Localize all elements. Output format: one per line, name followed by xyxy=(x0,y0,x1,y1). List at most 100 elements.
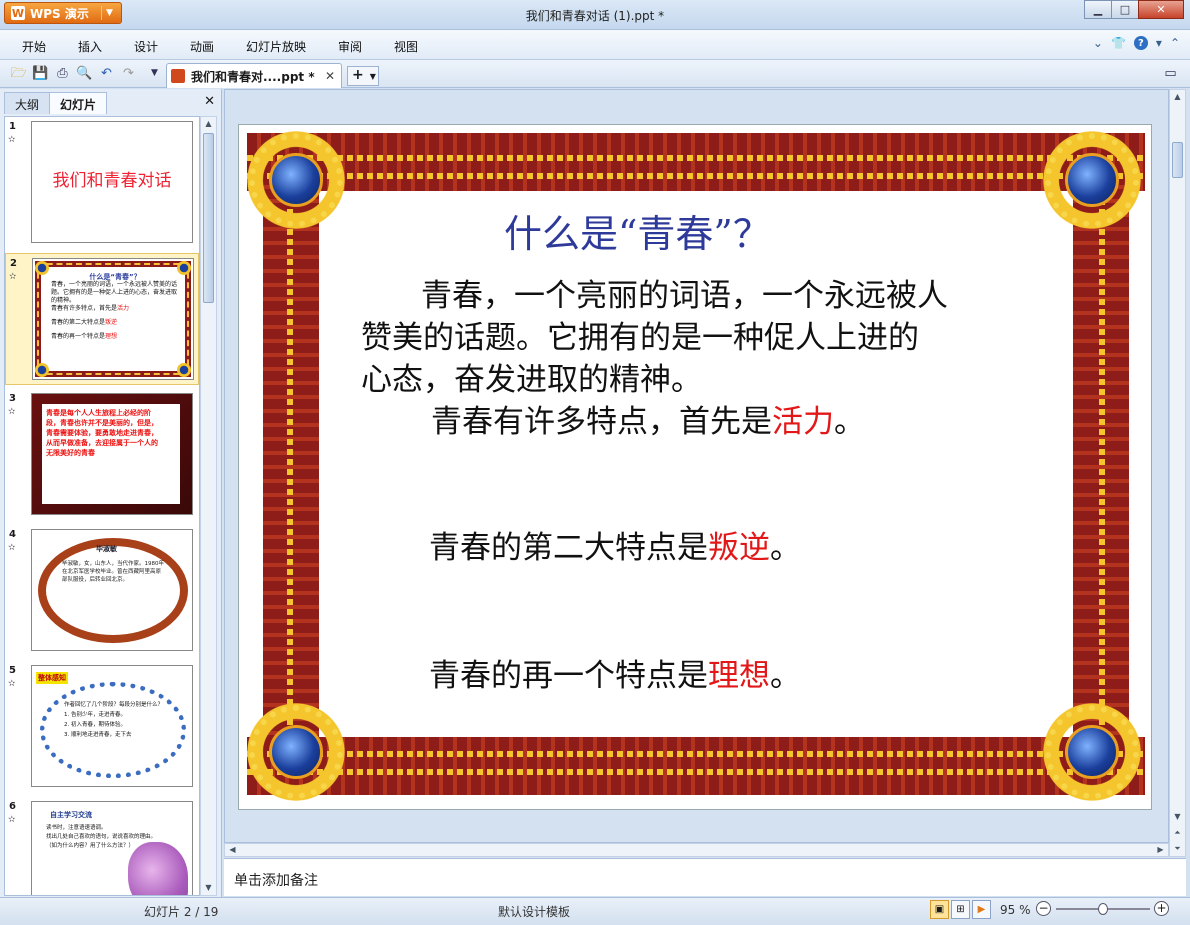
slide-title[interactable]: 什么是“青春”？ xyxy=(504,203,771,258)
animation-star-icon: ✫ xyxy=(8,135,16,145)
thumbnail-image: 青春是每个人人生旅程上必经的阶段，青春也许并不是美丽的，但是，青春需要体验，要勇… xyxy=(31,393,193,515)
quick-access-toolbar: 🗁 💾 ⎙ 🔍 ↶ ↷ ▼ 我们和青春对....ppt * ✕ + ▼ ▭ xyxy=(0,60,1190,88)
undo-icon[interactable]: ↶ xyxy=(98,65,115,82)
redo-icon[interactable]: ↷ xyxy=(120,65,137,82)
next-slide-icon[interactable]: ⏷ xyxy=(1170,842,1185,856)
slide-counter: 幻灯片 2 / 19 xyxy=(144,905,219,919)
menu-view[interactable]: 视图 xyxy=(394,38,418,55)
new-tab-button[interactable]: + ▼ xyxy=(347,66,379,86)
slide-thumbnail-5[interactable]: 5 ✫ 整体感知 作者回忆了几个阶段？每段分别是什么？ 1. 告别少年，走进青春… xyxy=(5,661,199,793)
thumbnail-line: 1. 告别少年，走进青春。 xyxy=(64,712,126,718)
animation-star-icon: ✫ xyxy=(8,543,16,553)
scroll-down-icon[interactable]: ▼ xyxy=(1170,810,1185,824)
skin-icon[interactable]: 👕 xyxy=(1111,36,1126,50)
thumbnail-title: 什么是“青春”？ xyxy=(89,273,141,281)
print-icon[interactable]: ⎙ xyxy=(54,65,71,82)
corner-ornament xyxy=(35,261,49,275)
close-tab-icon[interactable]: ✕ xyxy=(325,69,335,83)
scrollbar-thumb[interactable] xyxy=(1172,142,1183,178)
thumbnail-line: 3. 顺利地走进青春，走下去 xyxy=(64,732,132,738)
menu-review[interactable]: 审阅 xyxy=(338,38,362,55)
thumbnail-scrollbar[interactable]: ▲ ▼ xyxy=(200,116,217,896)
slide-number: 3 xyxy=(9,393,16,404)
slide-paragraph[interactable]: 青春，一个亮丽的词语，一个永远被人 赞美的话题。它拥有的是一种促人上进的 心态，… xyxy=(361,275,948,401)
menu-slideshow[interactable]: 幻灯片放映 xyxy=(246,38,306,55)
toolbar-dropdown-icon[interactable]: ▼ xyxy=(146,65,163,82)
corner-ornament xyxy=(241,697,351,807)
scroll-up-icon[interactable]: ▲ xyxy=(1170,90,1185,104)
window-layout-icon[interactable]: ▭ xyxy=(1162,65,1179,82)
frame-top xyxy=(247,133,1145,191)
window-title: 我们和青春对话 (1).ppt * xyxy=(525,9,665,23)
design-template-label[interactable]: 默认设计模板 xyxy=(498,903,570,920)
slideshow-icon[interactable]: ▶ xyxy=(972,900,991,919)
feature-period: 。 xyxy=(770,658,801,694)
corner-ornament xyxy=(35,363,49,377)
thumbnail-title: 我们和青春对话 xyxy=(52,171,172,191)
corner-ornament xyxy=(241,125,351,235)
thumbnail-title: 毕淑敏 xyxy=(96,545,117,553)
thumbnail-text: 青春是每个人人生旅程上必经的阶段，青春也许并不是美丽的，但是，青春需要体验，要勇… xyxy=(46,409,158,457)
maximize-button[interactable]: □ xyxy=(1111,0,1139,19)
zoom-in-icon[interactable]: + xyxy=(1154,901,1169,916)
slide-number: 2 xyxy=(10,258,17,269)
menu-design[interactable]: 设计 xyxy=(134,38,158,55)
slide-canvas[interactable]: 什么是“青春”？ 青春，一个亮丽的词语，一个永远被人 赞美的话题。它拥有的是一种… xyxy=(238,124,1152,810)
frame-dots xyxy=(247,751,1145,757)
feature-line-2[interactable]: 青春的第二大特点是叛逆。 xyxy=(429,527,801,569)
save-icon[interactable]: 💾 xyxy=(32,65,49,82)
scroll-up-icon[interactable]: ▲ xyxy=(201,117,216,131)
menu-home[interactable]: 开始 xyxy=(22,38,46,55)
normal-view-icon[interactable]: ▣ xyxy=(930,900,949,919)
open-folder-icon[interactable]: 🗁 xyxy=(10,65,27,82)
thumbnail-text: 读书时，注意语速语调。 找出几处自己喜欢的语句，说说喜欢的理由。 （如为什么内容… xyxy=(46,824,156,851)
zoom-slider-knob[interactable] xyxy=(1098,903,1108,915)
print-preview-icon[interactable]: 🔍 xyxy=(76,65,93,82)
ribbon-collapse-icon[interactable]: ⌃ xyxy=(1170,36,1180,50)
slide-thumbnail-2[interactable]: 2 ✫ 什么是“青春”？ 青春，一个亮丽的词语，一个永远被人赞美的话题。它拥有的… xyxy=(5,253,199,385)
horizontal-scrollbar[interactable]: ◀ ▶ xyxy=(224,843,1169,857)
chevron-down-icon[interactable]: ▼ xyxy=(370,72,376,81)
chevron-down-icon[interactable]: ▾ xyxy=(1156,36,1162,50)
feature-line-1[interactable]: 青春有许多特点，首先是活力。 xyxy=(431,401,865,443)
scrollbar-thumb[interactable] xyxy=(203,133,214,303)
thumbnail-line: 青春有许多特点，首先是 xyxy=(51,305,118,312)
slide-thumbnail-4[interactable]: 4 ✫ 毕淑敏 毕淑敏，女，山东人，当代作家。1980年在北京军医学校毕业。曾在… xyxy=(5,525,199,657)
menu-animation[interactable]: 动画 xyxy=(190,38,214,55)
slide-sorter-icon[interactable]: ⊞ xyxy=(951,900,970,919)
frame-bottom xyxy=(247,737,1145,795)
scroll-right-icon[interactable]: ▶ xyxy=(1153,843,1168,857)
thumbnail-line: 2. 初入青春，期待体验。 xyxy=(64,722,126,728)
paragraph-line: 青春，一个亮丽的词语，一个永远被人 xyxy=(421,278,948,314)
close-panel-icon[interactable]: ✕ xyxy=(204,94,215,109)
feature-line-3[interactable]: 青春的再一个特点是理想。 xyxy=(429,655,801,697)
chevron-down-icon[interactable]: ⌄ xyxy=(1093,36,1103,50)
minimize-button[interactable]: ▁ xyxy=(1084,0,1112,19)
close-button[interactable]: ✕ xyxy=(1138,0,1184,19)
scroll-down-icon[interactable]: ▼ xyxy=(201,881,216,895)
notes-pane[interactable]: 单击添加备注 xyxy=(224,858,1186,896)
corner-ornament xyxy=(177,261,191,275)
feature-period: 。 xyxy=(770,530,801,566)
slide-thumbnail-3[interactable]: 3 ✫ 青春是每个人人生旅程上必经的阶段，青春也许并不是美丽的，但是，青春需要体… xyxy=(5,389,199,521)
slide-thumbnail-6[interactable]: 6 ✫ 自主学习交流 读书时，注意语速语调。 找出几处自己喜欢的语句，说说喜欢的… xyxy=(5,797,199,895)
document-tab[interactable]: 我们和青春对....ppt * ✕ xyxy=(166,63,342,88)
thumbnail-line: 读书时，注意语速语调。 xyxy=(46,825,107,831)
notes-placeholder: 单击添加备注 xyxy=(234,873,318,889)
menu-insert[interactable]: 插入 xyxy=(78,38,102,55)
feature-text: 青春的再一个特点是 xyxy=(429,658,708,694)
vertical-scrollbar[interactable]: ▲ ▼ ⏶ ⏷ xyxy=(1169,89,1186,857)
scroll-left-icon[interactable]: ◀ xyxy=(225,843,240,857)
zoom-out-icon[interactable]: − xyxy=(1036,901,1051,916)
slide-thumbnail-1[interactable]: 1 ✫ 我们和青春对话 xyxy=(5,117,199,249)
tab-outline[interactable]: 大纲 xyxy=(4,92,51,114)
previous-slide-icon[interactable]: ⏶ xyxy=(1170,826,1185,840)
thumbnail-text: 毕淑敏，女，山东人，当代作家。1980年在北京军医学校毕业。曾在西藏阿里高原部队… xyxy=(62,561,164,583)
thumbnail-line: （如为什么内容？用了什么方法？） xyxy=(46,843,135,849)
animation-star-icon: ✫ xyxy=(9,272,17,282)
tab-slides[interactable]: 幻灯片 xyxy=(49,92,108,114)
thumbnail-title: 整体感知 xyxy=(36,672,68,684)
help-icon[interactable]: ? xyxy=(1133,36,1148,50)
corner-ornament xyxy=(1037,697,1147,807)
feature-text: 青春的第二大特点是 xyxy=(429,530,708,566)
